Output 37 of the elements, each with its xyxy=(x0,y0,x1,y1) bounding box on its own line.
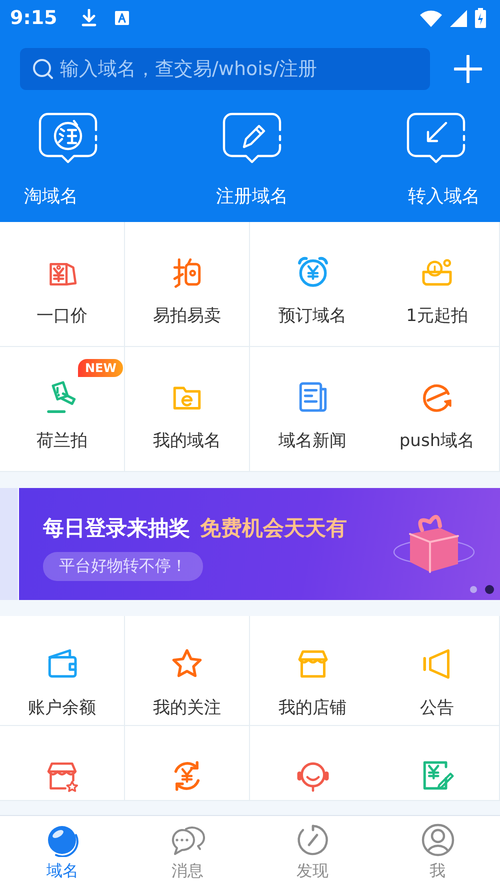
wifi-icon xyxy=(420,10,442,26)
menu-item[interactable]: 我的关注 xyxy=(125,616,250,726)
menu-item[interactable]: NEW 荷兰拍 xyxy=(0,347,125,472)
quick-action-button[interactable]: 转入域名 xyxy=(390,112,480,208)
tab[interactable]: 域名 xyxy=(0,816,125,888)
clock-time: 9:15 xyxy=(10,7,58,29)
search-icon xyxy=(32,58,54,80)
banner-highlight: 免费机会天天有 xyxy=(200,515,347,542)
menu-item[interactable]: 账户余额 xyxy=(0,616,125,726)
promo-banner[interactable]: 每日登录来抽奖 免费机会天天有 平台好物转不停！ xyxy=(19,488,500,600)
menu-item[interactable]: 我的域名 xyxy=(125,347,250,472)
download-icon xyxy=(81,9,98,27)
signal-icon xyxy=(450,10,467,26)
carousel-dot[interactable] xyxy=(485,585,494,594)
menu-item[interactable] xyxy=(375,726,500,801)
menu-item[interactable] xyxy=(125,726,250,801)
carousel-dot[interactable] xyxy=(470,586,477,593)
menu-item[interactable]: push域名 xyxy=(375,347,500,472)
quick-action-button[interactable]: 淘域名 xyxy=(24,112,114,208)
person-icon xyxy=(420,822,454,856)
battery-icon xyxy=(475,8,486,28)
menu-item[interactable] xyxy=(0,726,125,801)
plus-icon xyxy=(454,55,482,83)
menu-item[interactable]: 1元起拍 xyxy=(375,222,500,347)
quick-action-button[interactable]: 注册域名 xyxy=(192,112,312,208)
menu-item[interactable]: 一口价 xyxy=(0,222,125,347)
menu-item[interactable]: 易拍易卖 xyxy=(125,222,250,347)
banner-headline: 每日登录来抽奖 xyxy=(43,515,190,542)
menu-item[interactable]: 公告 xyxy=(375,616,500,726)
banner-slogan: 平台好物转不停！ xyxy=(43,552,203,581)
new-badge: NEW xyxy=(78,359,124,377)
round-logo-icon xyxy=(38,112,98,166)
search-field[interactable]: 输入域名，查交易/whois/注册 xyxy=(20,48,430,90)
keyboard-letter-icon xyxy=(115,11,130,25)
pencil-icon xyxy=(222,112,282,166)
gauge-icon xyxy=(296,822,330,856)
arrow-icon xyxy=(406,112,466,166)
